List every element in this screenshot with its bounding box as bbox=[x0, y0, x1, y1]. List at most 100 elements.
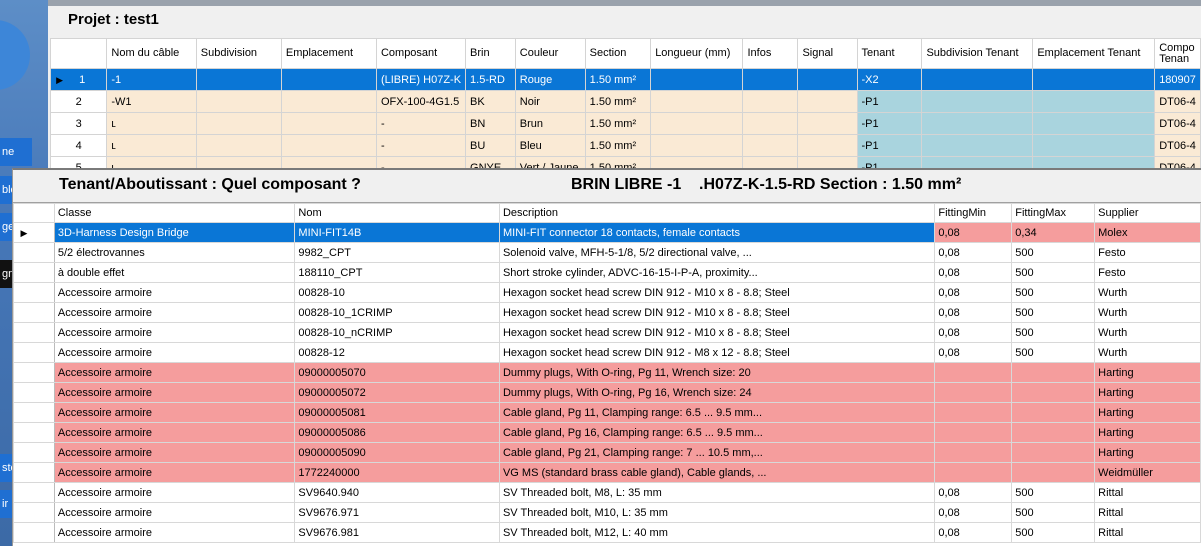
cell[interactable]: 00828-10_nCRIMP bbox=[294, 322, 500, 343]
cell[interactable]: MINI-FIT14B bbox=[294, 222, 500, 243]
cell[interactable]: -X2 bbox=[856, 68, 923, 91]
cell[interactable]: Dummy plugs, With O-ring, Pg 11, Wrench … bbox=[498, 362, 936, 383]
row-header[interactable]: ▶ bbox=[13, 222, 55, 243]
cell[interactable]: Wurth bbox=[1094, 342, 1201, 363]
cell[interactable]: Rittal bbox=[1094, 522, 1201, 543]
column-header-fittingmax[interactable]: FittingMax bbox=[1011, 203, 1096, 223]
cell[interactable]: Accessoire armoire bbox=[53, 382, 296, 403]
cell[interactable]: DT06-4 bbox=[1154, 112, 1201, 135]
cell[interactable] bbox=[742, 112, 799, 135]
cell[interactable]: 00828-10 bbox=[294, 282, 500, 303]
cell[interactable]: Hexagon socket head screw DIN 912 - M10 … bbox=[498, 282, 936, 303]
cell[interactable]: 500 bbox=[1011, 282, 1096, 303]
cell[interactable] bbox=[195, 112, 282, 135]
cell[interactable] bbox=[797, 134, 858, 157]
cable-row[interactable]: ▶ 1 -1 (LIBRE) H07Z-K 1.5-RD Rouge 1.50 mm² -X2… bbox=[49, 68, 1201, 91]
cell[interactable] bbox=[1011, 402, 1096, 423]
cell[interactable]: Dummy plugs, With O-ring, Pg 16, Wrench … bbox=[498, 382, 936, 403]
cell[interactable]: Cable gland, Pg 11, Clamping range: 6.5 … bbox=[498, 402, 936, 423]
row-header[interactable] bbox=[13, 402, 55, 423]
cell[interactable]: 1.50 mm² bbox=[584, 112, 652, 135]
cell[interactable]: 09000005081 bbox=[294, 402, 500, 423]
cell[interactable]: 09000005090 bbox=[294, 442, 500, 463]
cell[interactable] bbox=[934, 462, 1013, 483]
cell[interactable]: Accessoire armoire bbox=[53, 462, 296, 483]
cell[interactable]: Molex bbox=[1094, 222, 1201, 243]
column-header-classe[interactable]: Classe bbox=[53, 203, 296, 223]
cell[interactable] bbox=[742, 134, 799, 157]
cell[interactable]: BK bbox=[465, 90, 516, 113]
cell[interactable]: 1772240000 bbox=[294, 462, 500, 483]
cell[interactable]: Noir bbox=[514, 90, 586, 113]
component-row[interactable]: Accessoire armoire 00828-12 Hexagon socket… bbox=[13, 342, 1201, 363]
component-row[interactable]: 5/2 électrovannes 9982_CPT Solenoid valve,… bbox=[13, 242, 1201, 263]
column-header[interactable]: Emplacement Tenant bbox=[1032, 38, 1156, 69]
cell[interactable] bbox=[934, 362, 1013, 383]
component-row[interactable]: Accessoire armoire 09000005072 Dummy plugs… bbox=[13, 382, 1201, 403]
row-header[interactable] bbox=[13, 442, 55, 463]
cell[interactable]: - bbox=[375, 134, 467, 157]
cable-row[interactable]: 2 -W1 OFX-100-4G1.5 BK Noir 1.50 mm² -P1 DT06-4 bbox=[49, 90, 1201, 113]
cell[interactable]: 500 bbox=[1011, 302, 1096, 323]
cell[interactable]: Accessoire armoire bbox=[53, 282, 296, 303]
cell[interactable]: DT06-4 bbox=[1154, 134, 1201, 157]
cell[interactable]: 0,08 bbox=[934, 482, 1013, 503]
component-row[interactable]: Accessoire armoire 1772240000 VG MS (stand… bbox=[13, 462, 1201, 483]
cell[interactable] bbox=[650, 90, 744, 113]
cell[interactable]: -P1 bbox=[856, 112, 923, 135]
cell[interactable] bbox=[1032, 134, 1156, 157]
column-header[interactable]: Infos bbox=[742, 38, 799, 69]
cell[interactable]: 0,08 bbox=[934, 282, 1013, 303]
cell[interactable]: Harting bbox=[1094, 382, 1201, 403]
cell[interactable]: 3D-Harness Design Bridge bbox=[53, 222, 296, 243]
cell[interactable] bbox=[1011, 382, 1096, 403]
column-header[interactable]: Composant bbox=[375, 38, 467, 69]
cell[interactable] bbox=[1011, 422, 1096, 443]
cell[interactable]: Wurth bbox=[1094, 282, 1201, 303]
cell[interactable]: Wurth bbox=[1094, 322, 1201, 343]
cable-row[interactable]: 3 ʟ - BN Brun 1.50 mm² -P1 DT06-4 bbox=[49, 112, 1201, 135]
cell[interactable] bbox=[921, 90, 1034, 113]
cell[interactable]: Short stroke cylinder, ADVC-16-15-I-P-A,… bbox=[498, 262, 936, 283]
column-header-supplier[interactable]: Supplier bbox=[1094, 203, 1201, 223]
cell[interactable]: 00828-12 bbox=[294, 342, 500, 363]
row-header[interactable] bbox=[13, 522, 55, 543]
cell[interactable]: Bleu bbox=[514, 134, 586, 157]
cell[interactable]: SV9676.981 bbox=[294, 522, 500, 543]
column-header-nom[interactable]: Nom bbox=[294, 203, 500, 223]
cell[interactable]: 500 bbox=[1011, 242, 1096, 263]
cell[interactable]: 1.5-RD bbox=[465, 68, 516, 91]
cell[interactable]: Hexagon socket head screw DIN 912 - M10 … bbox=[498, 302, 936, 323]
row-header[interactable]: 4 bbox=[49, 134, 108, 157]
cell[interactable]: à double effet bbox=[53, 262, 296, 283]
cell[interactable] bbox=[1011, 442, 1096, 463]
cell[interactable] bbox=[195, 134, 282, 157]
cell[interactable] bbox=[921, 134, 1034, 157]
column-header[interactable]: Emplacement bbox=[280, 38, 377, 69]
cell[interactable] bbox=[280, 68, 377, 91]
row-header[interactable] bbox=[13, 282, 55, 303]
cell[interactable] bbox=[280, 90, 377, 113]
cell[interactable] bbox=[280, 134, 377, 157]
cell[interactable]: Rouge bbox=[514, 68, 586, 91]
component-row[interactable]: Accessoire armoire 09000005090 Cable gland… bbox=[13, 442, 1201, 463]
cell[interactable]: 09000005086 bbox=[294, 422, 500, 443]
component-row[interactable]: Accessoire armoire 09000005070 Dummy plugs… bbox=[13, 362, 1201, 383]
cell[interactable] bbox=[742, 68, 799, 91]
cell[interactable]: 188110_CPT bbox=[294, 262, 500, 283]
component-row[interactable]: Accessoire armoire SV9640.940 SV Threaded … bbox=[13, 482, 1201, 503]
row-header[interactable] bbox=[13, 422, 55, 443]
column-header[interactable]: Section bbox=[584, 38, 652, 69]
component-row[interactable]: Accessoire armoire 00828-10_nCRIMP Hexagon… bbox=[13, 322, 1201, 343]
cell[interactable] bbox=[934, 442, 1013, 463]
cell[interactable]: Accessoire armoire bbox=[53, 422, 296, 443]
cell[interactable] bbox=[1032, 90, 1156, 113]
column-header[interactable]: Tenant bbox=[856, 38, 923, 69]
row-header[interactable] bbox=[13, 242, 55, 263]
cell[interactable] bbox=[650, 134, 744, 157]
cell[interactable]: SV Threaded bolt, M10, L: 35 mm bbox=[498, 502, 936, 523]
row-header[interactable] bbox=[13, 342, 55, 363]
row-header[interactable] bbox=[13, 322, 55, 343]
component-row[interactable]: Accessoire armoire SV9676.981 SV Threaded … bbox=[13, 522, 1201, 543]
cell[interactable]: 0,08 bbox=[934, 242, 1013, 263]
